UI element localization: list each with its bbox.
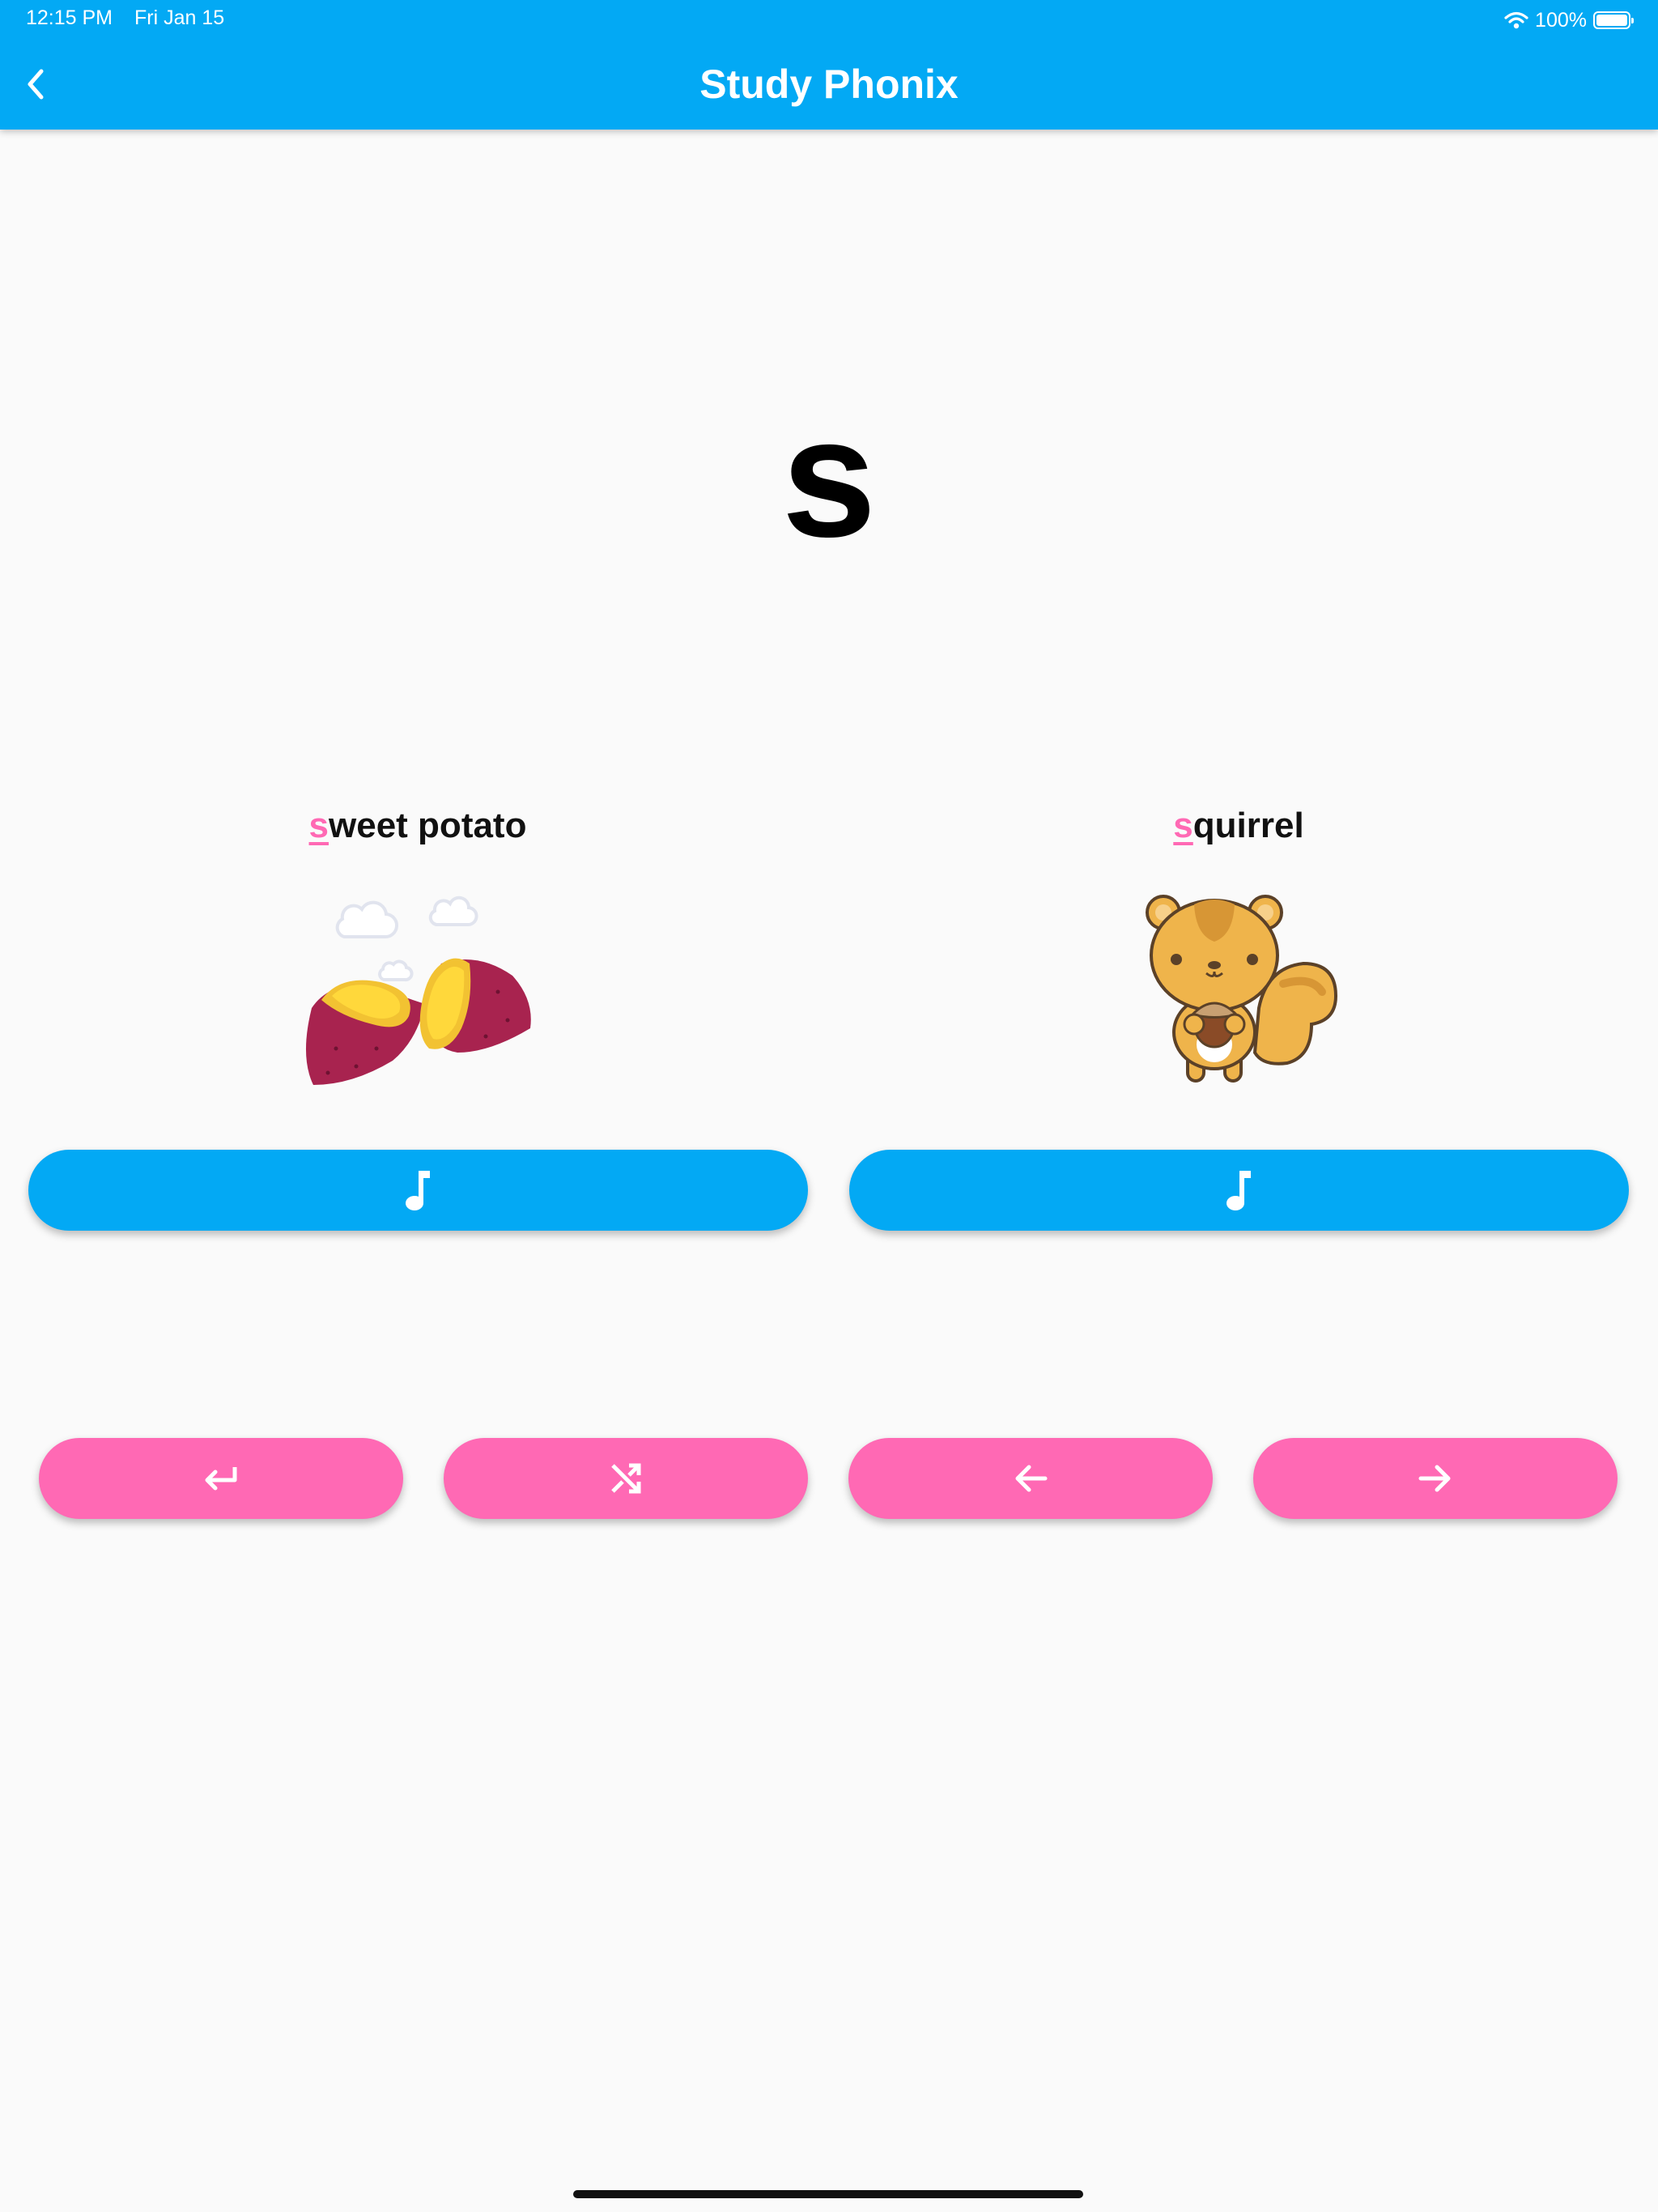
return-icon <box>205 1467 237 1491</box>
battery-percent: 100% <box>1535 8 1587 32</box>
previous-button[interactable] <box>848 1438 1213 1519</box>
squirrel-illustration <box>1146 895 1338 1083</box>
page-title: Study Phonix <box>699 62 959 107</box>
status-date: Fri Jan 15 <box>134 6 225 29</box>
music-note-icon <box>405 1171 430 1210</box>
word-highlight-letter: s <box>308 806 329 845</box>
play-sound-button-squirrel[interactable] <box>849 1150 1629 1231</box>
app-bar: 12:15 PM Fri Jan 15 100% Study Phonix <box>0 0 1658 130</box>
battery-icon <box>1593 11 1634 29</box>
word-rest: quirrel <box>1192 806 1304 845</box>
play-sound-button-sweet-potato[interactable] <box>28 1150 808 1231</box>
sweet-potato-illustration <box>305 895 531 1085</box>
arrow-left-icon <box>1015 1465 1048 1492</box>
status-time: 12:15 PM <box>26 6 113 29</box>
home-indicator[interactable] <box>573 2190 1083 2198</box>
word-label-sweet-potato: sweet potato <box>175 802 661 850</box>
word-rest: weet potato <box>329 806 527 845</box>
return-button[interactable] <box>39 1438 403 1519</box>
next-button[interactable] <box>1253 1438 1618 1519</box>
status-bar-right: 100% <box>1504 6 1634 34</box>
word-highlight-letter: s <box>1173 806 1193 845</box>
phonics-letter: s <box>781 382 877 572</box>
wifi-icon <box>1504 11 1528 29</box>
status-bar-left: 12:15 PM Fri Jan 15 <box>26 6 240 30</box>
arrow-right-icon <box>1418 1465 1451 1492</box>
shuffle-icon <box>611 1463 641 1494</box>
music-note-icon <box>1226 1171 1251 1210</box>
word-label-squirrel: squirrel <box>996 802 1482 850</box>
shuffle-button[interactable] <box>444 1438 808 1519</box>
